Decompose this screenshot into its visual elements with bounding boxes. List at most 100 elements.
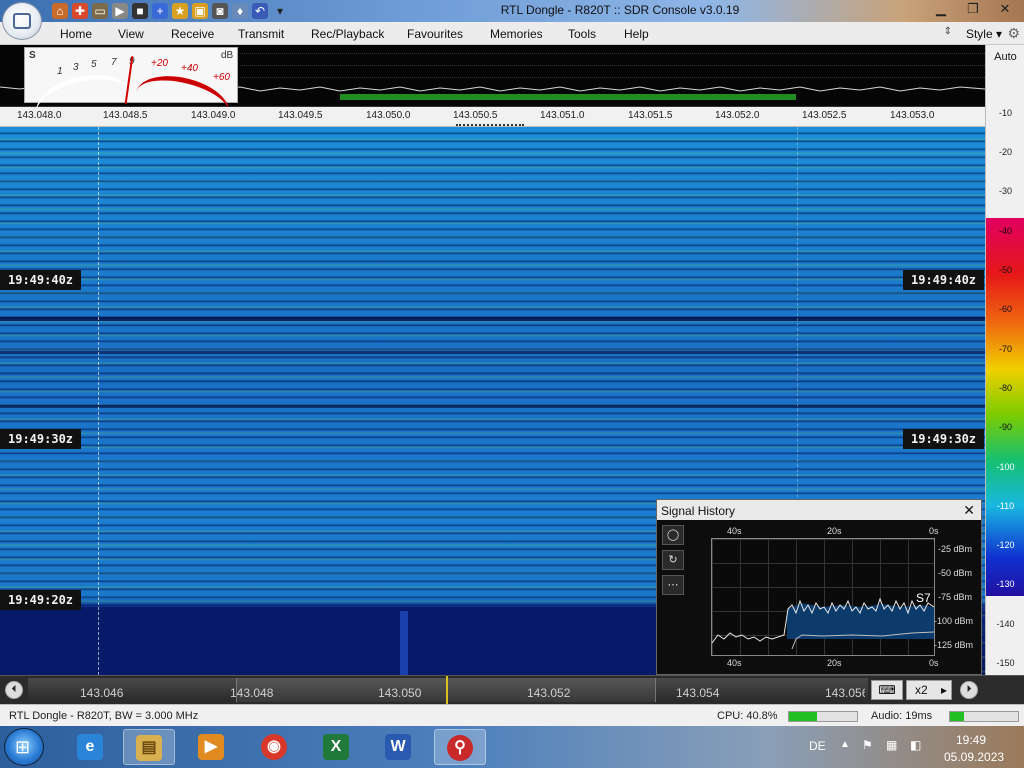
- add-icon[interactable]: +: [152, 3, 168, 19]
- start-button[interactable]: ⊞: [4, 728, 44, 766]
- signal-history-panel: Signal History ✕ ◯ ↻ ⋯ 40s 20s 0s -25 dB…: [656, 499, 982, 675]
- scale-tick: -80: [998, 383, 1012, 393]
- excel-icon[interactable]: X: [310, 729, 362, 765]
- home-icon[interactable]: ⌂: [52, 3, 68, 19]
- menu-memories[interactable]: Memories: [490, 27, 543, 41]
- marker-line: [797, 127, 798, 507]
- camera-icon[interactable]: ◙: [212, 3, 228, 19]
- frequency-scroll-bar[interactable]: ⏴ 143.046 143.048 143.050 143.052 143.05…: [0, 675, 1024, 704]
- media-player-icon[interactable]: ▶: [185, 729, 237, 765]
- zoom-selector[interactable]: x2 ▸: [906, 680, 952, 700]
- sdr-console-window: { "window": { "title": "RTL Dongle - R82…: [0, 0, 1024, 768]
- dbm-label: -125 dBm: [934, 640, 974, 650]
- menu-view[interactable]: View: [118, 27, 144, 41]
- sdr-console-icon[interactable]: ⚲: [434, 729, 486, 765]
- s-meter: S dB 1 3 5 7 9 +20 +40 +60: [24, 47, 238, 146]
- tuned-frequency-marker[interactable]: [446, 676, 448, 704]
- clock-time[interactable]: 19:49: [956, 733, 986, 747]
- chrome-icon[interactable]: ◉: [248, 729, 300, 765]
- cpu-meter-fill: [789, 712, 817, 721]
- close-button[interactable]: ✕: [992, 0, 1018, 18]
- language-indicator[interactable]: DE: [809, 739, 826, 753]
- scale-tick: -100: [996, 462, 1015, 472]
- device-status: RTL Dongle - R820T, BW = 3.000 MHz: [9, 710, 199, 722]
- carrier-trace: [400, 611, 408, 675]
- drop-icon[interactable]: ♦: [232, 3, 248, 19]
- style-label: Style: [965, 27, 993, 41]
- file-explorer-icon[interactable]: ▤: [123, 729, 175, 765]
- freq-label: 143.048.5: [103, 110, 148, 121]
- show-hidden-icons-icon[interactable]: ▲: [840, 739, 850, 750]
- menu-help[interactable]: Help: [624, 27, 649, 41]
- play-icon[interactable]: ▶: [112, 3, 128, 19]
- spectrum-display[interactable]: S dB 1 3 5 7 9 +20 +40 +60: [0, 45, 985, 146]
- title-bar: ⌂ ✚ ▭ ▶ ■ + ★ ▣ ◙ ♦ ↶ ▾ RTL Dongle - R82…: [0, 0, 1024, 22]
- style-arrows-icon[interactable]: ⇕: [944, 26, 952, 37]
- auto-button[interactable]: Auto: [986, 51, 1024, 63]
- application-menu-button[interactable]: [2, 2, 42, 40]
- time-label: 0s: [929, 658, 939, 668]
- freq-label: 143.048.0: [17, 110, 62, 121]
- dbm-label: -50 dBm: [938, 568, 973, 578]
- waterfall-band: [0, 351, 985, 354]
- keyboard-icon[interactable]: ⌨: [871, 680, 903, 700]
- dbm-label: -100 dBm: [934, 616, 974, 626]
- splitter-handle[interactable]: [456, 124, 524, 126]
- clock-date[interactable]: 05.09.2023: [944, 750, 1004, 764]
- timestamp-left: 19:49:30z: [0, 429, 82, 449]
- reset-icon[interactable]: ↻: [662, 550, 684, 570]
- more-options-icon[interactable]: ⋯: [662, 575, 684, 595]
- word-icon[interactable]: W: [372, 729, 424, 765]
- frequency-axis[interactable]: 143.048.0 143.048.5 143.049.0 143.049.5 …: [0, 107, 985, 127]
- close-icon[interactable]: ✕: [963, 502, 975, 519]
- maximize-button[interactable]: ❐: [960, 0, 986, 18]
- timestamp-left: 19:49:40z: [0, 270, 82, 290]
- star-icon[interactable]: ★: [172, 3, 188, 19]
- scroll-left-button[interactable]: ⏴: [5, 681, 23, 699]
- waterfall-color-scale[interactable]: -40 -50 -60 -70 -80 -90 -100 -110 -120 -…: [986, 218, 1024, 596]
- menu-transmit[interactable]: Transmit: [238, 27, 284, 41]
- frequency-scroller[interactable]: [28, 678, 868, 702]
- menu-home[interactable]: Home: [60, 27, 92, 41]
- signal-history-trace: [711, 597, 935, 650]
- freq-label: 143.053.0: [890, 110, 935, 121]
- minimize-button[interactable]: ▁: [928, 0, 954, 18]
- cursor-line[interactable]: [98, 127, 99, 675]
- zoom-value: x2: [915, 683, 928, 697]
- audio-meter: [949, 711, 1019, 722]
- menu-rec-playback[interactable]: Rec/Playback: [311, 27, 384, 41]
- scale-tick: -20: [998, 147, 1012, 157]
- smeter-scale: 7: [111, 57, 117, 68]
- scroll-right-button[interactable]: ⏵: [960, 681, 978, 699]
- level-scale[interactable]: Auto -10 -20 -30 -40 -50 -60 -70 -80 -90…: [985, 45, 1024, 675]
- internet-explorer-icon[interactable]: e: [64, 729, 116, 765]
- help-lifebuoy-icon[interactable]: ✚: [72, 3, 88, 19]
- gear-icon[interactable]: ⚙: [1007, 25, 1020, 42]
- menu-tools[interactable]: Tools: [568, 27, 596, 41]
- menu-favourites[interactable]: Favourites: [407, 27, 463, 41]
- action-center-icon[interactable]: ⚑: [862, 738, 873, 752]
- timestamp-left: 19:49:20z: [0, 590, 82, 610]
- scroller-freq-label: 143.052: [527, 686, 571, 700]
- style-dropdown[interactable]: Style ▾: [966, 27, 1002, 41]
- smeter-scale: +60: [213, 72, 230, 83]
- scale-tick: -140: [996, 619, 1015, 629]
- window-title: RTL Dongle - R820T :: SDR Console v3.0.1…: [500, 3, 740, 17]
- lock-icon[interactable]: ▣: [192, 3, 208, 19]
- undo-icon[interactable]: ↶: [252, 3, 268, 19]
- menu-receive[interactable]: Receive: [171, 27, 214, 41]
- record-icon[interactable]: ◯: [662, 525, 684, 545]
- freq-label: 143.050.0: [366, 110, 411, 121]
- ribbon-menu-bar: Home View Receive Transmit Rec/Playback …: [0, 22, 1024, 45]
- windows-taskbar: ⊞ e ▤ ▶ ◉ X W ⚲ DE ▲ ⚑ ▦ ◧ 19:49 05.09.2…: [0, 726, 1024, 768]
- customize-dropdown-icon[interactable]: ▾: [272, 3, 288, 19]
- volume-icon[interactable]: ◧: [910, 738, 921, 752]
- timestamp-right: 19:49:40z: [903, 270, 985, 290]
- status-bar: RTL Dongle - R820T, BW = 3.000 MHz CPU: …: [0, 704, 1024, 726]
- folder-icon[interactable]: ▭: [92, 3, 108, 19]
- stop-icon[interactable]: ■: [132, 3, 148, 19]
- filter-passband[interactable]: [340, 94, 796, 100]
- scroller-freq-label: 143.048: [230, 686, 274, 700]
- freq-label: 143.049.5: [278, 110, 323, 121]
- network-icon[interactable]: ▦: [886, 738, 897, 752]
